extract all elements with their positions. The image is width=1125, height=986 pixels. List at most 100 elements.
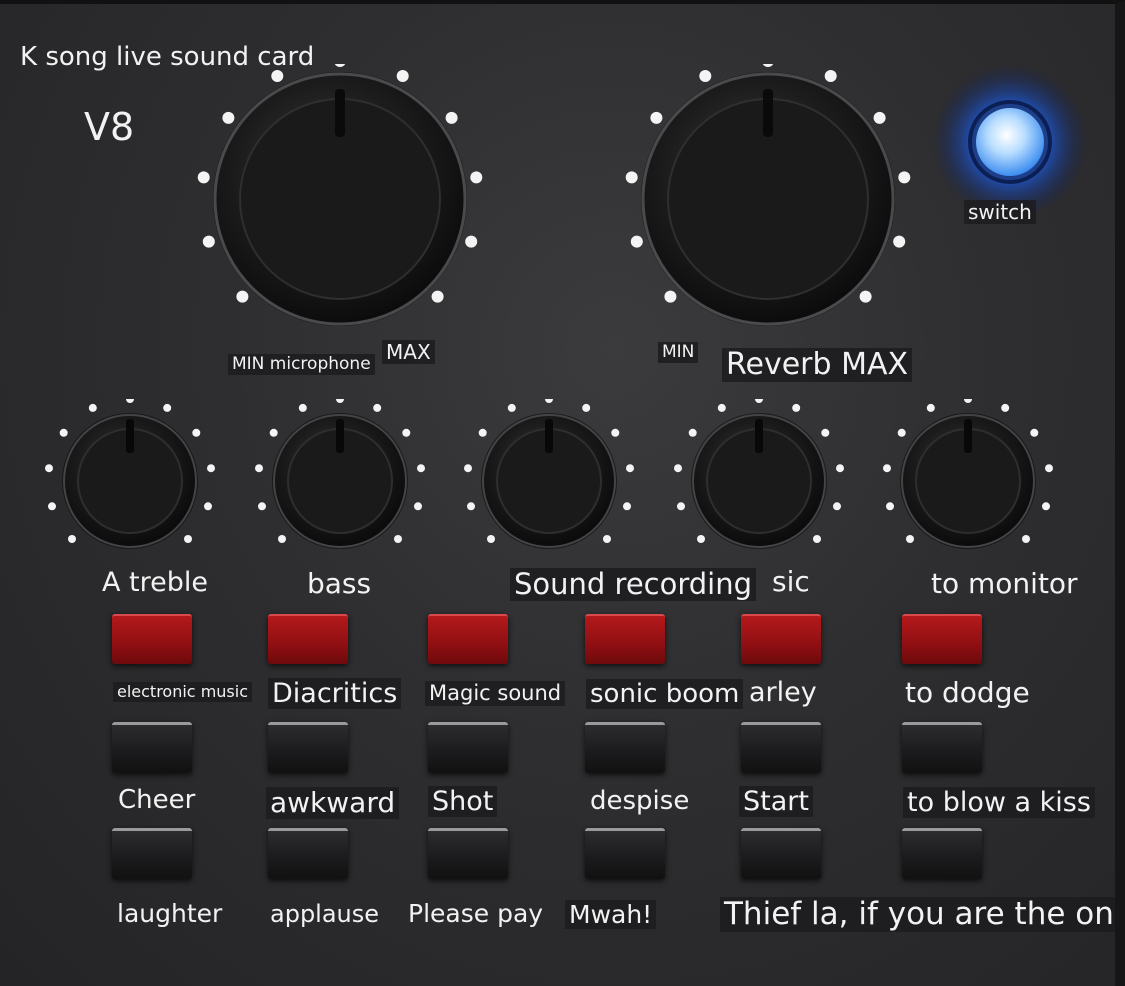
scale-dot xyxy=(893,235,906,248)
scale-dot xyxy=(88,403,97,412)
sound-recording-label: Sound recording xyxy=(510,568,757,601)
scale-dot xyxy=(650,111,663,124)
scale-dot xyxy=(625,171,638,184)
scale-dot xyxy=(755,399,763,403)
knob-indicator xyxy=(126,419,134,453)
scale-dot xyxy=(688,428,697,437)
scale-dot xyxy=(859,290,872,303)
microphone-max-label: MAX xyxy=(382,340,435,364)
scale-dot xyxy=(873,111,886,124)
scale-dot xyxy=(626,464,634,473)
scale-dot xyxy=(197,171,210,184)
electronic-music-button[interactable] xyxy=(112,614,192,664)
scale-dot xyxy=(414,502,422,511)
bass-label: bass xyxy=(307,567,372,600)
awkward-label: awkward xyxy=(266,787,400,819)
sonic-boom-button[interactable] xyxy=(585,614,665,664)
scale-dot xyxy=(417,464,425,473)
scale-dot xyxy=(202,235,215,248)
scale-dot xyxy=(48,502,56,511)
power-switch-label: switch xyxy=(964,200,1036,224)
scale-dot xyxy=(824,70,837,82)
scale-dot xyxy=(45,464,53,473)
monitor-knob[interactable] xyxy=(878,399,1058,564)
start-button[interactable] xyxy=(741,722,821,773)
scale-dot xyxy=(204,502,212,511)
microphone-volume-knob[interactable] xyxy=(195,64,485,334)
scale-dot xyxy=(1001,403,1010,412)
scale-dot xyxy=(545,399,553,403)
scale-dot xyxy=(445,111,458,124)
scale-dot xyxy=(255,464,263,473)
scale-dot xyxy=(883,464,891,473)
knob-indicator xyxy=(964,419,972,453)
scale-dot xyxy=(792,403,801,412)
sound-card-panel: K song live sound card V8 MIN microphone… xyxy=(0,0,1125,986)
scale-dot xyxy=(897,428,906,437)
please-pay-button[interactable] xyxy=(428,828,508,879)
shot-label: Shot xyxy=(428,786,498,817)
bass-knob[interactable] xyxy=(250,399,430,564)
scale-dot xyxy=(334,64,346,67)
scale-dot xyxy=(1042,502,1050,511)
arley-label: arley xyxy=(749,677,817,708)
blow-kiss-button[interactable] xyxy=(902,722,982,773)
awkward-button[interactable] xyxy=(268,722,348,773)
knob-indicator xyxy=(545,419,553,453)
sound-recording-knob[interactable] xyxy=(459,399,639,564)
magic-sound-button[interactable] xyxy=(428,614,508,664)
scale-dot xyxy=(717,403,726,412)
shot-button[interactable] xyxy=(428,722,508,773)
applause-button[interactable] xyxy=(268,828,348,879)
scale-dot xyxy=(431,290,444,303)
arley-button[interactable] xyxy=(741,614,821,664)
mwah-button[interactable] xyxy=(585,828,665,879)
microphone-knob-indicator xyxy=(335,89,345,137)
scale-dot xyxy=(68,535,76,543)
cheer-button[interactable] xyxy=(112,722,192,773)
sonic-boom-label: sonic boom xyxy=(586,679,744,709)
scale-dot xyxy=(664,290,677,303)
diacritics-label: Diacritics xyxy=(268,678,402,709)
thief-label: Thief la, if you are the on xyxy=(720,897,1115,932)
scale-dot xyxy=(236,290,249,303)
scale-dot xyxy=(59,428,68,437)
scale-dot xyxy=(396,70,409,82)
scale-dot xyxy=(394,535,402,543)
laughter-label: laughter xyxy=(117,899,223,928)
scale-dot xyxy=(222,111,235,124)
to-dodge-button[interactable] xyxy=(902,614,982,664)
diacritics-button[interactable] xyxy=(268,614,348,664)
scale-dot xyxy=(697,535,705,543)
despise-button[interactable] xyxy=(585,722,665,773)
scale-dot xyxy=(699,70,712,82)
reverb-knob-indicator xyxy=(763,89,773,137)
scale-dot xyxy=(464,464,472,473)
extra-button[interactable] xyxy=(902,828,982,879)
scale-dot xyxy=(898,171,911,184)
reverb-min-label: MIN xyxy=(658,342,699,363)
scale-dot xyxy=(611,428,620,437)
scale-dot xyxy=(582,403,591,412)
scale-dot xyxy=(298,403,307,412)
knob-indicator xyxy=(336,419,344,453)
scale-dot xyxy=(674,464,682,473)
scale-dot xyxy=(269,428,278,437)
treble-label: A treble xyxy=(102,567,209,598)
music-knob[interactable] xyxy=(669,399,849,564)
microphone-min-label: MIN microphone xyxy=(228,354,375,375)
reverb-knob[interactable] xyxy=(623,64,913,334)
scale-dot xyxy=(470,171,483,184)
scale-dot xyxy=(258,502,266,511)
thief-button[interactable] xyxy=(741,828,821,879)
scale-dot xyxy=(163,403,172,412)
treble-knob[interactable] xyxy=(40,399,220,564)
scale-dot xyxy=(677,502,685,511)
scale-dot xyxy=(762,64,774,67)
scale-dot xyxy=(507,403,516,412)
scale-dot xyxy=(623,502,631,511)
mwah-label: Mwah! xyxy=(565,900,657,929)
blow-kiss-label: to blow a kiss xyxy=(903,787,1095,818)
scale-dot xyxy=(1022,535,1030,543)
laughter-button[interactable] xyxy=(112,828,192,879)
